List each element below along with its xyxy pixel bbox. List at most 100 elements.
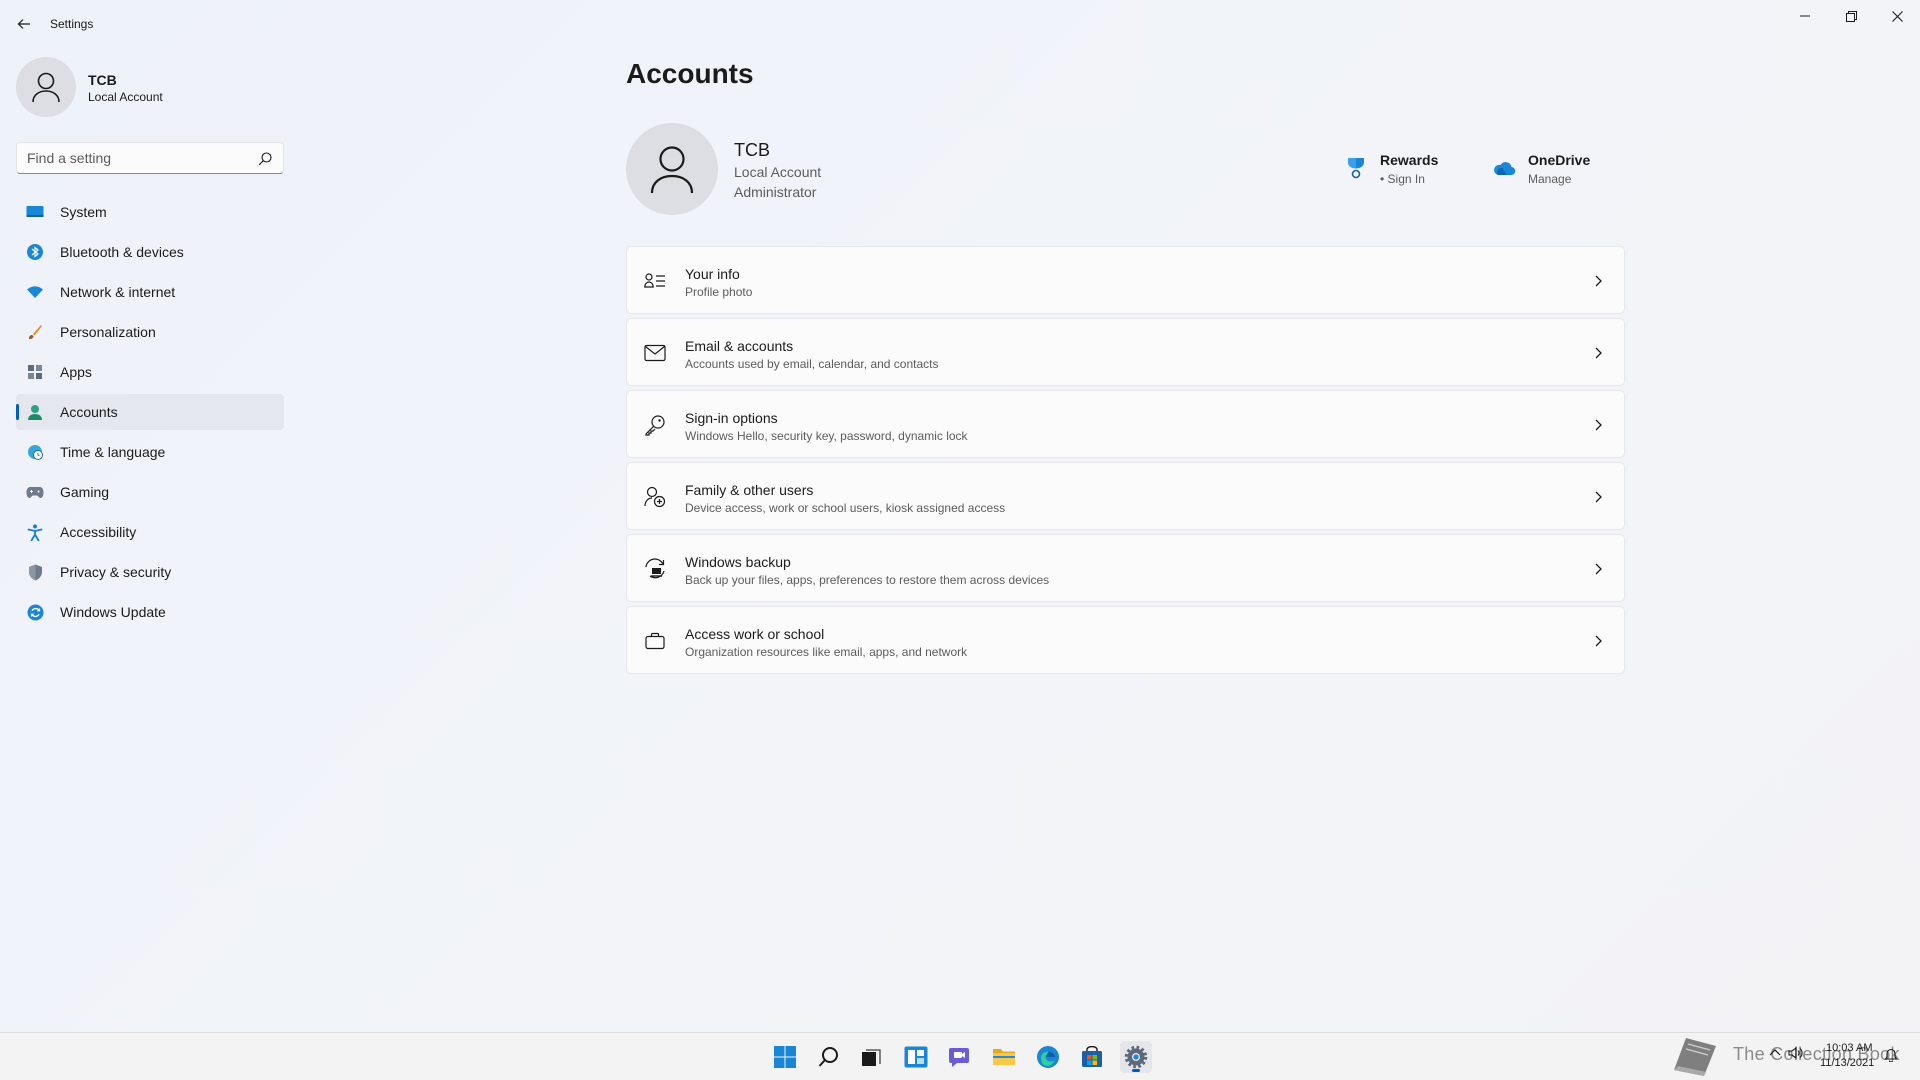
shield-icon xyxy=(26,563,44,581)
card-title: Email & accounts xyxy=(685,338,794,354)
card-description: Profile photo xyxy=(685,285,753,299)
card-email-accounts[interactable]: Email & accounts Accounts used by email,… xyxy=(626,318,1625,386)
card-sign-in-options[interactable]: Sign-in options Windows Hello, security … xyxy=(626,390,1625,458)
chevron-right-icon xyxy=(1595,347,1602,359)
sidebar-item-time-language[interactable]: Time & language xyxy=(16,434,284,470)
system-icon xyxy=(26,203,44,221)
file-explorer-icon xyxy=(993,1049,1015,1065)
store-button[interactable] xyxy=(1076,1041,1108,1073)
card-family-other-users[interactable]: Family & other users Device access, work… xyxy=(626,462,1625,530)
rewards-title: Rewards xyxy=(1380,152,1439,168)
clock-time[interactable]: 10:03 AM xyxy=(1826,1042,1872,1054)
profile-account-type: Local Account xyxy=(88,90,163,104)
chevron-right-icon xyxy=(1595,635,1602,647)
person-icon xyxy=(650,146,694,194)
sidebar-nav: System Bluetooth & devices Network & int… xyxy=(16,194,284,634)
person-details-icon xyxy=(643,269,667,293)
sidebar-item-accounts[interactable]: Accounts xyxy=(16,394,284,430)
card-description: Back up your files, apps, preferences to… xyxy=(685,573,1050,587)
start-button[interactable] xyxy=(769,1041,801,1073)
search-icon xyxy=(258,152,272,166)
globe-clock-icon xyxy=(26,443,44,461)
card-description: Accounts used by email, calendar, and co… xyxy=(685,357,939,371)
add-person-icon xyxy=(643,485,667,509)
widgets-button[interactable] xyxy=(900,1041,932,1073)
mail-icon xyxy=(643,341,667,365)
user-role: Administrator xyxy=(734,184,817,200)
card-your-info[interactable]: Your info Profile photo xyxy=(626,246,1625,314)
taskbar xyxy=(0,1032,1920,1080)
chevron-right-icon xyxy=(1595,419,1602,431)
sidebar-item-bluetooth[interactable]: Bluetooth & devices xyxy=(16,234,284,270)
gamepad-icon xyxy=(26,483,44,501)
sidebar-item-label: System xyxy=(60,204,107,220)
teams-chat-button[interactable] xyxy=(944,1041,976,1073)
settings-taskbar-button[interactable] xyxy=(1120,1041,1152,1073)
file-explorer-button[interactable] xyxy=(988,1041,1020,1073)
sidebar-profile[interactable]: TCB Local Account xyxy=(16,56,286,118)
sidebar-item-label: Accounts xyxy=(60,404,118,420)
settings-cards: Your info Profile photo Email & accounts… xyxy=(626,246,1625,678)
onedrive-cloud-icon xyxy=(1494,162,1516,176)
sidebar-item-label: Apps xyxy=(60,364,92,380)
clock-date[interactable]: 11/13/2021 xyxy=(1820,1057,1874,1069)
person-icon xyxy=(32,72,60,103)
sidebar-item-privacy-security[interactable]: Privacy & security xyxy=(16,554,284,590)
onedrive-link[interactable]: OneDrive Manage xyxy=(1492,150,1602,190)
taskbar-search-button[interactable] xyxy=(813,1041,845,1073)
onedrive-title: OneDrive xyxy=(1528,152,1591,168)
notification-icon[interactable] xyxy=(1884,1048,1898,1062)
chevron-right-icon xyxy=(1595,563,1602,575)
profile-name: TCB xyxy=(88,72,117,88)
close-button[interactable] xyxy=(1874,0,1920,32)
task-view-button[interactable] xyxy=(855,1041,887,1073)
card-description: Windows Hello, security key, password, d… xyxy=(685,429,968,443)
sidebar-item-gaming[interactable]: Gaming xyxy=(16,474,284,510)
bluetooth-icon xyxy=(26,243,44,261)
back-button[interactable] xyxy=(10,10,38,38)
sidebar-item-label: Personalization xyxy=(60,324,156,340)
active-app-indicator xyxy=(1132,1069,1140,1072)
edge-icon xyxy=(1037,1046,1059,1068)
update-icon xyxy=(26,603,44,621)
rewards-link[interactable]: Rewards • Sign In xyxy=(1344,150,1454,190)
start-icon xyxy=(774,1046,796,1068)
card-access-work-school[interactable]: Access work or school Organization resou… xyxy=(626,606,1625,674)
wifi-icon xyxy=(26,283,44,301)
book-watermark-icon xyxy=(1674,1038,1716,1076)
watermark-text: The Collection Book xyxy=(1733,1044,1900,1064)
sidebar-item-label: Accessibility xyxy=(60,524,137,540)
back-arrow-icon xyxy=(17,19,30,29)
key-icon xyxy=(643,413,667,437)
task-view-icon xyxy=(862,1049,881,1066)
search-icon xyxy=(818,1047,838,1067)
card-title: Access work or school xyxy=(685,626,825,642)
sidebar-item-personalization[interactable]: Personalization xyxy=(16,314,284,350)
minimize-button[interactable] xyxy=(1782,0,1828,32)
avatar xyxy=(16,57,76,117)
sidebar-item-apps[interactable]: Apps xyxy=(16,354,284,390)
sidebar-item-system[interactable]: System xyxy=(16,194,284,230)
rewards-sign-in: • Sign In xyxy=(1380,172,1425,186)
minimize-icon xyxy=(1800,15,1810,17)
search-box[interactable] xyxy=(16,142,284,174)
sidebar-item-accessibility[interactable]: Accessibility xyxy=(16,514,284,550)
chevron-up-icon[interactable] xyxy=(1768,1046,1782,1060)
restore-icon xyxy=(1845,10,1857,22)
store-icon xyxy=(1082,1046,1102,1067)
user-account-type: Local Account xyxy=(734,164,822,180)
avatar[interactable] xyxy=(626,123,718,215)
sidebar-item-label: Gaming xyxy=(60,484,110,500)
restore-button[interactable] xyxy=(1828,0,1874,32)
sidebar-item-label: Privacy & security xyxy=(60,564,172,580)
onedrive-manage: Manage xyxy=(1528,172,1572,186)
card-windows-backup[interactable]: Windows backup Back up your files, apps,… xyxy=(626,534,1625,602)
widgets-icon xyxy=(904,1046,928,1068)
sidebar-item-windows-update[interactable]: Windows Update xyxy=(16,594,284,630)
sound-icon[interactable] xyxy=(1788,1046,1804,1060)
edge-button[interactable] xyxy=(1032,1041,1064,1073)
teams-chat-icon xyxy=(949,1048,969,1067)
search-input[interactable] xyxy=(27,150,247,166)
sidebar-item-network[interactable]: Network & internet xyxy=(16,274,284,310)
settings-icon xyxy=(1124,1045,1148,1069)
